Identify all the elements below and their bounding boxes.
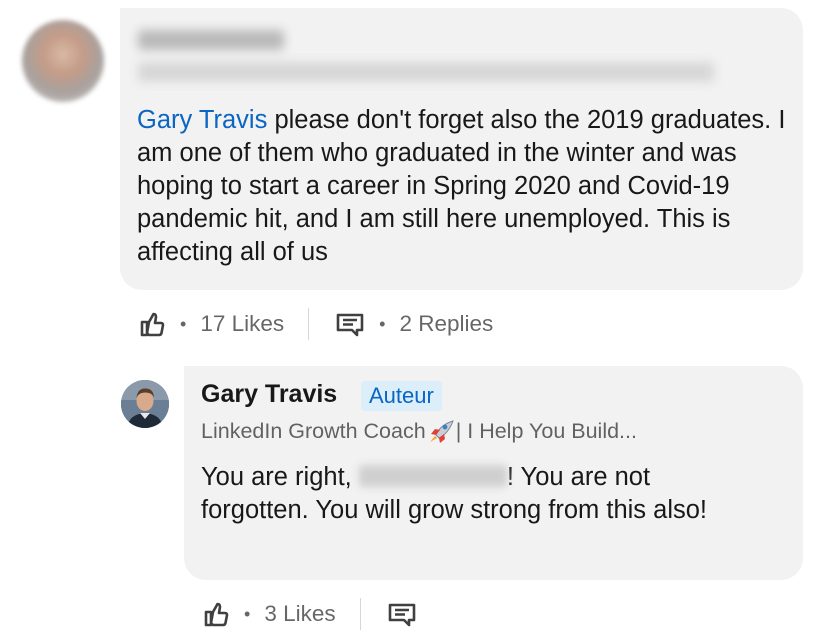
separator-dot: • — [244, 603, 251, 624]
reply-button[interactable] — [385, 598, 419, 630]
reply-author-headline: LinkedIn Growth Coach | I Help You Build… — [201, 417, 637, 444]
like-button[interactable] — [134, 308, 168, 340]
like-thumb-icon — [204, 602, 229, 627]
comment-text: Gary Travis please don't forget also the… — [137, 104, 787, 269]
commenter-headline-redacted — [138, 62, 714, 82]
action-divider — [308, 308, 310, 340]
reply-author-name[interactable]: Gary Travis — [201, 380, 337, 409]
comment-actions: • 17 Likes • 2 Replies — [134, 308, 493, 340]
reply-author-avatar[interactable] — [121, 380, 169, 428]
separator-dot: • — [180, 313, 187, 334]
reply-button[interactable] — [333, 308, 367, 340]
commenter-name-redacted[interactable] — [138, 30, 284, 50]
reply-bubble-icon — [388, 603, 415, 627]
mention-link[interactable]: Gary Travis — [137, 106, 267, 134]
likes-count[interactable]: 17 Likes — [200, 311, 284, 337]
reply-body-start: You are right, — [201, 463, 359, 491]
like-thumb-icon — [140, 312, 165, 337]
comment-thread: Gary Travis please don't forget also the… — [0, 0, 828, 638]
reply-text: You are right, ! You are not forgotten. … — [201, 461, 761, 527]
headline-text-rest: | I Help You Build... — [455, 419, 637, 443]
author-badge: Auteur — [361, 381, 442, 411]
reply-actions: • 3 Likes — [198, 598, 419, 630]
headline-text: LinkedIn Growth Coach — [201, 419, 426, 443]
like-button[interactable] — [198, 598, 232, 630]
action-divider — [359, 598, 361, 630]
likes-count[interactable]: 3 Likes — [264, 601, 335, 627]
reply-bubble-icon — [336, 313, 364, 337]
replies-count[interactable]: 2 Replies — [399, 311, 493, 337]
rocket-emoji-icon — [426, 417, 456, 443]
avatar-portrait — [121, 380, 169, 428]
mention-redacted[interactable] — [358, 465, 507, 487]
separator-dot: • — [379, 313, 386, 334]
commenter-avatar[interactable] — [22, 20, 104, 102]
